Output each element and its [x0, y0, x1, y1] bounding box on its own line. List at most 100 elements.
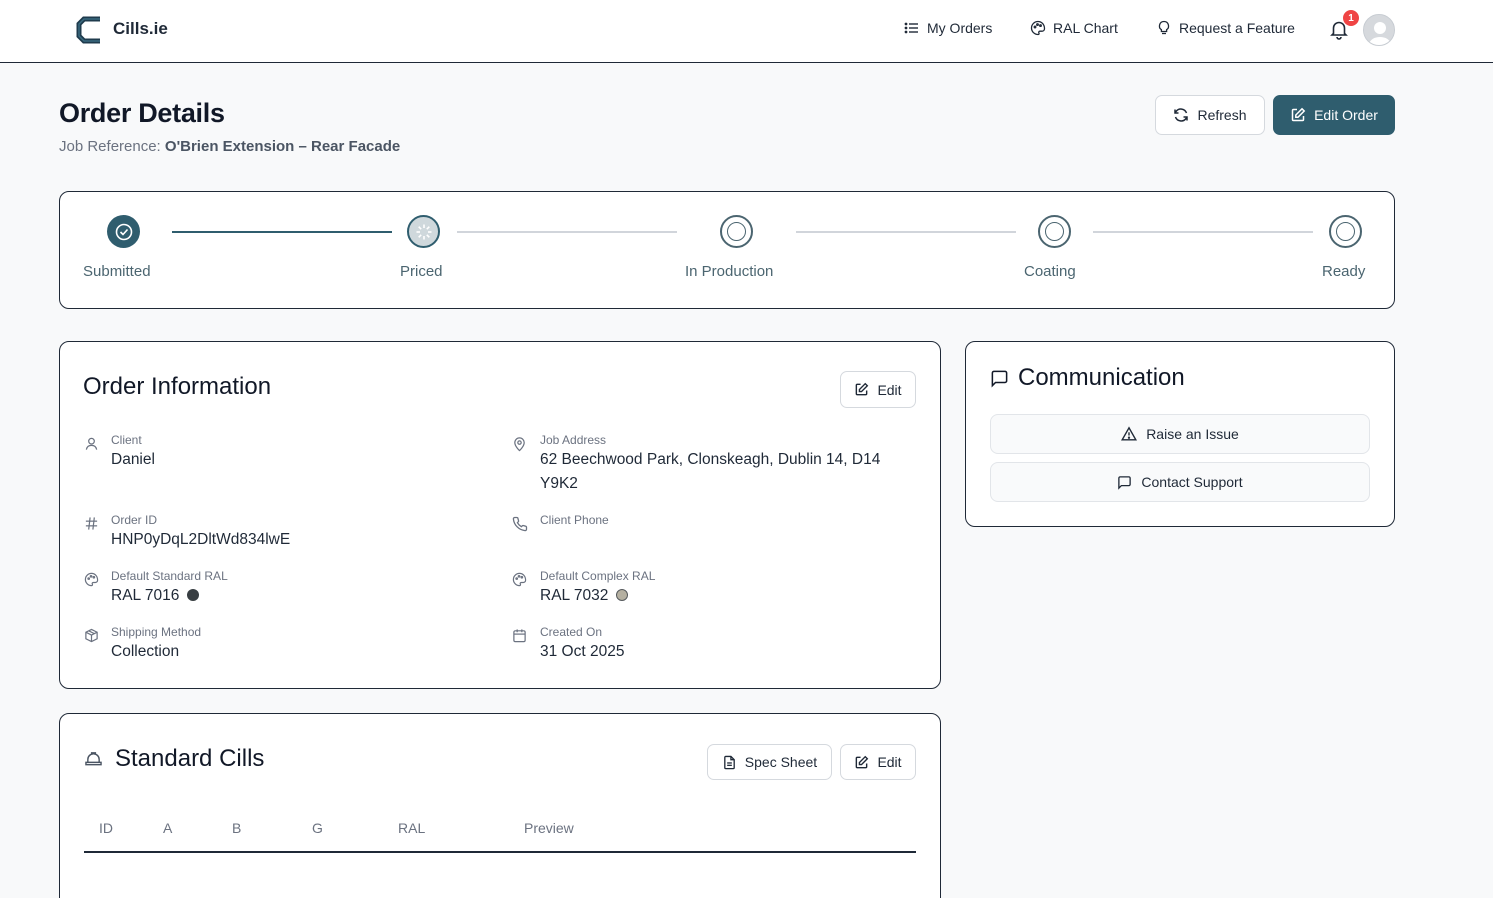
nav-ral-chart[interactable]: RAL Chart	[1030, 20, 1118, 36]
check-circle-icon	[115, 223, 132, 240]
nav-ral-chart-label: RAL Chart	[1053, 20, 1118, 36]
alert-triangle-icon	[1121, 426, 1138, 441]
default-complex-ral-value: RAL 7032	[540, 587, 609, 604]
file-text-icon	[723, 755, 735, 769]
map-pin-icon	[514, 437, 525, 452]
client-label: Client	[111, 433, 142, 447]
step-submitted-indicator	[107, 215, 140, 248]
step-in-production-indicator	[720, 215, 753, 248]
client-phone-label: Client Phone	[540, 513, 609, 527]
hash-icon	[85, 517, 98, 530]
column-header-ral: RAL	[398, 820, 426, 836]
standard-cills-edit-label: Edit	[877, 754, 902, 770]
column-header-b: B	[232, 820, 242, 836]
step-coating-label: Coating	[1024, 263, 1076, 280]
shipping-method-label: Shipping Method	[111, 625, 202, 639]
step-ready-label: Ready	[1322, 263, 1366, 280]
standard-cills-title: Standard Cills	[115, 745, 265, 772]
step-ready-indicator	[1329, 215, 1362, 248]
loader-icon	[416, 224, 431, 239]
spec-sheet-button[interactable]: Spec Sheet	[707, 744, 832, 780]
message-square-icon	[991, 370, 1008, 388]
nav-request-feature[interactable]: Request a Feature	[1156, 20, 1295, 36]
raise-issue-button[interactable]: Raise an Issue	[990, 414, 1370, 454]
column-header-preview: Preview	[524, 820, 574, 836]
edit-icon	[856, 382, 869, 396]
default-complex-ral-label: Default Complex RAL	[540, 569, 656, 583]
standard-cills-edit-button[interactable]: Edit	[840, 744, 916, 780]
lightbulb-icon	[1158, 20, 1170, 35]
package-icon	[85, 628, 98, 643]
user-avatar-icon	[1364, 15, 1394, 45]
progress-connector-1	[172, 231, 392, 233]
order-info-edit-label: Edit	[877, 381, 902, 398]
avatar[interactable]	[1363, 14, 1395, 46]
brand-logo[interactable]: Cills.ie	[75, 14, 168, 44]
refresh-label: Refresh	[1197, 107, 1247, 123]
client-value: Daniel	[111, 451, 155, 468]
edit-order-label: Edit Order	[1314, 107, 1378, 123]
list-icon	[904, 22, 918, 34]
calendar-icon	[513, 629, 526, 643]
step-coating-indicator	[1038, 215, 1071, 248]
nav-request-feature-label: Request a Feature	[1179, 20, 1295, 36]
refresh-icon	[1174, 108, 1189, 122]
edit-icon	[1291, 107, 1306, 122]
spec-sheet-label: Spec Sheet	[744, 754, 818, 770]
communication-title: Communication	[1018, 364, 1185, 391]
progress-connector-2	[457, 231, 677, 233]
order-info-edit-button[interactable]: Edit	[840, 371, 916, 408]
top-navbar: Cills.ie My Orders RAL Chart Request a F…	[0, 0, 1493, 63]
palette-icon	[1030, 20, 1046, 36]
default-complex-ral: RAL 7032	[540, 584, 629, 608]
contact-support-label: Contact Support	[1141, 474, 1243, 490]
palette-icon	[84, 572, 99, 587]
cills-logo-icon	[76, 16, 100, 44]
circle-icon	[1045, 222, 1064, 241]
job-reference-label: Job Reference:	[59, 138, 161, 155]
column-header-id: ID	[99, 820, 113, 836]
order-id-value: HNP0yDqL2DltWd834lwE	[111, 531, 291, 548]
job-reference-value: O'Brien Extension – Rear Facade	[164, 138, 401, 155]
edit-icon	[856, 755, 869, 768]
user-icon	[85, 437, 98, 450]
progress-connector-4	[1093, 231, 1313, 233]
order-id-label: Order ID	[111, 513, 158, 527]
job-address-label: Job Address	[540, 433, 607, 447]
default-standard-ral-value: RAL 7016	[111, 587, 180, 604]
nav-my-orders[interactable]: My Orders	[904, 20, 992, 36]
step-priced-indicator	[407, 215, 440, 248]
created-on-label: Created On	[540, 625, 603, 639]
edit-order-button[interactable]: Edit Order	[1273, 95, 1395, 135]
notification-badge: 1	[1343, 10, 1359, 26]
table-header-divider	[84, 851, 916, 853]
default-standard-ral: RAL 7016	[111, 584, 200, 608]
job-address-value: 62 Beechwood Park, Clonskeagh, Dublin 14…	[540, 451, 881, 492]
hard-hat-icon	[85, 752, 102, 766]
contact-support-button[interactable]: Contact Support	[990, 462, 1370, 502]
palette-icon	[512, 572, 527, 587]
step-submitted-label: Submitted	[83, 263, 151, 280]
shipping-method-value: Collection	[111, 643, 180, 660]
message-square-icon	[1118, 475, 1132, 490]
ral-7032-swatch	[616, 589, 629, 601]
created-on-value: 31 Oct 2025	[540, 643, 625, 660]
raise-issue-label: Raise an Issue	[1146, 426, 1239, 442]
phone-icon	[512, 516, 528, 532]
circle-icon	[1336, 222, 1355, 241]
standard-cills-card	[59, 713, 941, 898]
column-header-g: G	[312, 820, 323, 836]
progress-connector-3	[796, 231, 1016, 233]
page-title: Order Details	[59, 98, 225, 128]
brand-name: Cills.ie	[113, 19, 168, 38]
job-reference: Job Reference: O'Brien Extension – Rear …	[59, 138, 400, 155]
step-in-production-label: In Production	[685, 263, 774, 280]
order-progress-card	[59, 191, 1395, 309]
refresh-button[interactable]: Refresh	[1155, 95, 1265, 135]
ral-7016-swatch	[187, 589, 200, 601]
circle-icon	[727, 222, 746, 241]
order-information-title: Order Information	[83, 373, 272, 400]
nav-my-orders-label: My Orders	[927, 20, 993, 36]
default-standard-ral-label: Default Standard RAL	[111, 569, 228, 583]
step-priced-label: Priced	[400, 263, 443, 280]
